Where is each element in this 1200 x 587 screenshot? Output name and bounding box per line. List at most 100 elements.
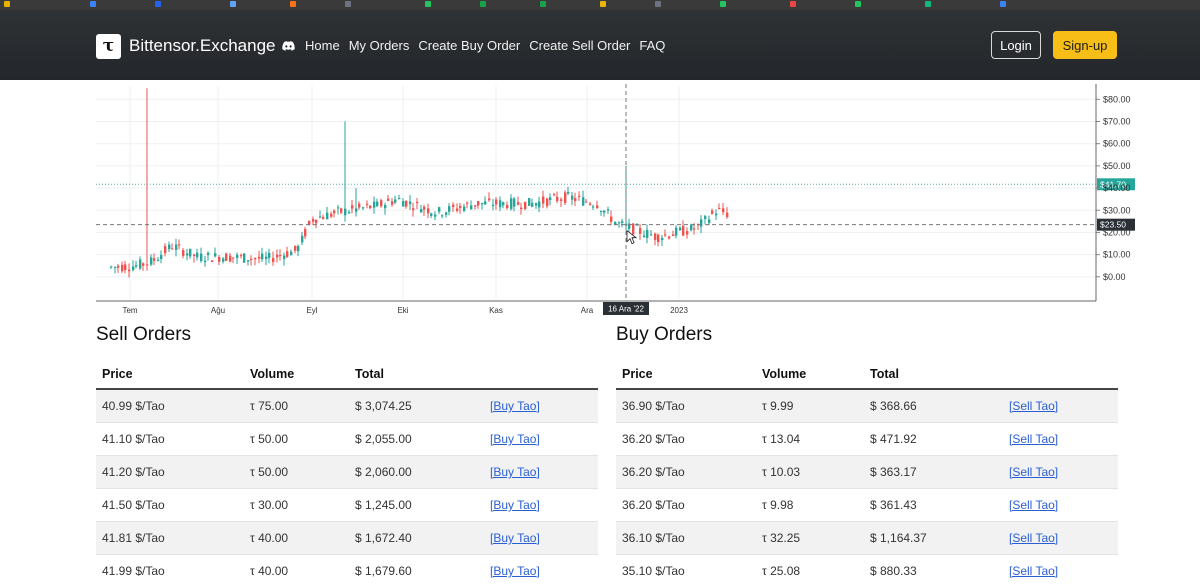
candle-body <box>286 251 288 257</box>
candle-body <box>445 212 447 214</box>
sell-tao-link[interactable]: [Sell Tao] <box>1003 522 1118 555</box>
candle-body <box>650 234 652 235</box>
nav-create-buy-order[interactable]: Create Buy Order <box>418 38 520 53</box>
candle-body <box>193 254 195 256</box>
sell-price-cell: 40.99 $/Tao <box>96 389 244 423</box>
candle-body <box>582 197 584 205</box>
sell-volume-cell: τ 40.00 <box>244 555 349 587</box>
candle-body <box>711 210 713 213</box>
login-button[interactable]: Login <box>991 31 1041 59</box>
nav-my-orders[interactable]: My Orders <box>349 38 410 53</box>
buy-price-cell: 36.10 $/Tao <box>616 522 756 555</box>
candle-body <box>621 221 623 223</box>
discord-icon[interactable] <box>282 41 295 51</box>
table-row: 41.10 $/Tao τ 50.00 $ 2,055.00 [Buy Tao] <box>96 423 598 456</box>
candle-body <box>175 244 177 250</box>
sell-price-cell: 41.99 $/Tao <box>96 555 244 587</box>
nav-create-sell-order[interactable]: Create Sell Order <box>529 38 630 53</box>
sell-tao-link[interactable]: [Sell Tao] <box>1003 456 1118 489</box>
candle-body <box>182 250 184 256</box>
buy-volume-cell: τ 32.25 <box>756 522 864 555</box>
buy-volume-cell: τ 9.98 <box>756 489 864 522</box>
candle-body <box>495 200 497 205</box>
candle-body <box>657 235 659 242</box>
candle-body <box>538 201 540 207</box>
buy-tao-link[interactable]: [Buy Tao] <box>484 423 598 456</box>
candle-body <box>222 258 224 261</box>
candle-body <box>398 198 400 199</box>
candle-body <box>528 198 530 206</box>
candle-body <box>607 209 609 210</box>
sell-tao-link[interactable]: [Sell Tao] <box>1003 389 1118 423</box>
candle-body <box>369 206 371 209</box>
candle-body <box>351 205 353 208</box>
price-chart[interactable]: $41.70$23.5016 Ara '22 $80.00$70.00$60.0… <box>96 84 1146 324</box>
y-tick-label: $50.00 <box>1103 161 1131 171</box>
sell-price-cell: 41.20 $/Tao <box>96 456 244 489</box>
candle-body <box>704 216 706 219</box>
buy-total-cell: $ 361.43 <box>864 489 1003 522</box>
candle-body <box>589 204 591 205</box>
candle-body <box>153 258 155 260</box>
candle-body <box>394 199 396 202</box>
candle-body <box>304 229 306 236</box>
table-row: 41.99 $/Tao τ 40.00 $ 1,679.60 [Buy Tao] <box>96 555 598 587</box>
candle-body <box>214 253 216 256</box>
buy-tao-link[interactable]: [Buy Tao] <box>484 489 598 522</box>
sell-tao-link[interactable]: [Sell Tao] <box>1003 489 1118 522</box>
tao-logo-icon: τ <box>96 34 121 59</box>
candle-body <box>114 267 116 268</box>
table-row: 36.20 $/Tao τ 9.98 $ 361.43 [Sell Tao] <box>616 489 1118 522</box>
candle-body <box>157 260 159 261</box>
candle-body <box>142 263 144 265</box>
candle-body <box>117 266 119 268</box>
candle-body <box>171 248 173 249</box>
candle-body <box>423 207 425 210</box>
candle-body <box>693 229 695 230</box>
buy-volume-cell: τ 25.08 <box>756 555 864 587</box>
nav-home[interactable]: Home <box>305 38 340 53</box>
buy-tao-link[interactable]: [Buy Tao] <box>484 456 598 489</box>
candle-body <box>618 222 620 223</box>
table-row: 40.99 $/Tao τ 75.00 $ 3,074.25 [Buy Tao] <box>96 389 598 423</box>
y-tick-label: $40.00 <box>1103 183 1131 193</box>
sell-tao-link[interactable]: [Sell Tao] <box>1003 555 1118 587</box>
candle-body <box>204 261 206 262</box>
candle-body <box>549 197 551 200</box>
candle-body <box>178 244 180 245</box>
sell-total-cell: $ 1,672.40 <box>349 522 484 555</box>
buy-tao-link[interactable]: [Buy Tao] <box>484 555 598 587</box>
candle-body <box>672 235 674 236</box>
candle-body <box>675 228 677 236</box>
candle-body <box>715 214 717 216</box>
candle-body <box>578 196 580 197</box>
y-tick-label: $10.00 <box>1103 250 1131 260</box>
candle-body <box>319 216 321 217</box>
candle-body <box>250 259 252 260</box>
candle-body <box>420 209 422 212</box>
buy-tao-link[interactable]: [Buy Tao] <box>484 522 598 555</box>
candle-body <box>211 261 213 262</box>
sell-price-cell: 41.10 $/Tao <box>96 423 244 456</box>
sell-tao-link[interactable]: [Sell Tao] <box>1003 423 1118 456</box>
table-row: 36.90 $/Tao τ 9.99 $ 368.66 [Sell Tao] <box>616 389 1118 423</box>
candle-body <box>366 204 368 205</box>
candle-body <box>502 202 504 205</box>
buy-total-cell: $ 1,164.37 <box>864 522 1003 555</box>
sell-header-action <box>484 360 598 389</box>
candle-body <box>596 205 598 208</box>
nav-faq[interactable]: FAQ <box>639 38 665 53</box>
buy-tao-link[interactable]: [Buy Tao] <box>484 389 598 423</box>
x-tick-label: Ağu <box>211 306 225 315</box>
price-chart-svg[interactable]: $41.70$23.5016 Ara '22 $80.00$70.00$60.0… <box>96 84 1146 324</box>
candle-body <box>690 225 692 230</box>
sell-volume-cell: τ 40.00 <box>244 522 349 555</box>
buy-orders-table: Price Volume Total 36.90 $/Tao τ 9.99 $ … <box>616 360 1118 587</box>
candle-body <box>427 208 429 213</box>
brand[interactable]: τ Bittensor.Exchange <box>96 33 295 59</box>
candle-body <box>110 266 112 267</box>
buy-price-cell: 36.90 $/Tao <box>616 389 756 423</box>
candle-body <box>164 246 166 253</box>
signup-button[interactable]: Sign-up <box>1053 31 1117 59</box>
candle-body <box>416 202 418 203</box>
